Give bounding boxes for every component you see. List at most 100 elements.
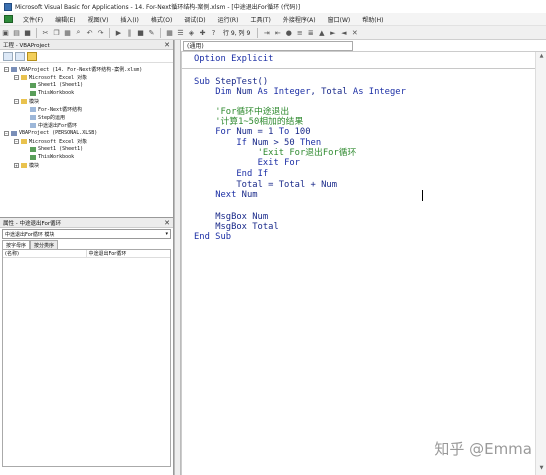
help-icon[interactable]: ?	[209, 28, 218, 37]
code-line[interactable]: End Sub	[194, 232, 231, 242]
code-text: , Total	[310, 87, 353, 97]
scroll-up-icon[interactable]: ▲	[537, 53, 546, 62]
code-line[interactable]: 'Exit For退出For循环	[258, 148, 357, 158]
code-line[interactable]: Total = Total + Num	[236, 180, 337, 190]
standard-toolbar: ▣ ▤ ■ ✂ ❐ ▦ ⌕ ↶ ↷ ▶ ‖ ■ ✎ ▦ ☰ ◈ ✚ ? 行 9,…	[0, 26, 546, 40]
mod-icon	[30, 106, 36, 112]
tab-categorized[interactable]: 按分类序	[30, 240, 59, 249]
code-line[interactable]: End If	[236, 169, 268, 179]
tree-item[interactable]: Sheet1 (Sheet1)	[0, 145, 173, 153]
insert-module-icon[interactable]: ▤	[12, 28, 21, 37]
code-line[interactable]: MsgBox Num	[215, 212, 268, 222]
code-line[interactable]: MsgBox Total	[215, 222, 279, 232]
menu-addins[interactable]: 外接程序(A)	[277, 15, 322, 24]
menu-view[interactable]: 视图(V)	[82, 15, 115, 24]
code-line[interactable]: If Num > 50 Then	[236, 138, 321, 148]
tree-item[interactable]: ThisWorkbook	[0, 153, 173, 161]
paste-icon[interactable]: ▦	[63, 28, 72, 37]
close-icon[interactable]: ✕	[164, 41, 170, 49]
tree-item[interactable]: Step的运用	[0, 113, 173, 121]
collapse-icon[interactable]: −	[14, 98, 19, 104]
proj-icon	[11, 66, 17, 72]
menu-debug[interactable]: 调试(D)	[178, 15, 211, 24]
tree-item-label: Microsoft Excel 对象	[29, 74, 88, 81]
save-icon[interactable]: ■	[23, 28, 32, 37]
break-icon[interactable]: ‖	[125, 28, 134, 37]
indent-icon[interactable]: ⇥	[262, 28, 271, 37]
menu-tools[interactable]: 工具(T)	[244, 15, 276, 24]
menu-format[interactable]: 格式(O)	[145, 15, 178, 24]
code-line[interactable]: Option Explicit	[194, 54, 273, 64]
code-text: Num	[236, 87, 258, 97]
tab-alphabetic[interactable]: 按字母序	[2, 240, 31, 249]
code-line[interactable]: For Num = 1 To 100	[215, 127, 310, 137]
tree-item[interactable]: − VBAProject (PERSONAL.XLSB)	[0, 129, 173, 137]
view-code-icon[interactable]	[3, 51, 13, 61]
uncomment-block-icon[interactable]: ≣	[306, 28, 315, 37]
tree-item-label: Sheet1 (Sheet1)	[38, 146, 84, 152]
next-bookmark-icon[interactable]: ►	[328, 28, 337, 37]
collapse-icon[interactable]: −	[14, 138, 19, 144]
clear-bookmarks-icon[interactable]: ✕	[350, 28, 359, 37]
excel-icon[interactable]: ▣	[1, 28, 10, 37]
tree-item[interactable]: 中途退出For循环	[0, 121, 173, 129]
collapse-icon[interactable]: −	[14, 74, 19, 80]
menu-run[interactable]: 运行(R)	[212, 15, 245, 24]
toolbox-icon[interactable]: ✚	[198, 28, 207, 37]
menu-window[interactable]: 窗口(W)	[322, 15, 357, 24]
property-value[interactable]: 中途退出For循环	[87, 250, 127, 257]
tree-item[interactable]: − VBAProject (14. For-Next循环结构-案例.xlsm)	[0, 65, 173, 73]
project-explorer-icon[interactable]: ▦	[165, 28, 174, 37]
tree-item[interactable]: For-Next循环结构	[0, 105, 173, 113]
collapse-icon[interactable]: −	[4, 130, 9, 136]
menu-help[interactable]: 帮助(H)	[356, 15, 389, 24]
comment-block-icon[interactable]: ≡	[295, 28, 304, 37]
object-dropdown[interactable]: (通用)	[183, 40, 353, 51]
tree-item[interactable]: − Microsoft Excel 对象	[0, 73, 173, 81]
redo-icon[interactable]: ↷	[96, 28, 105, 37]
run-icon[interactable]: ▶	[114, 28, 123, 37]
pane-splitter[interactable]	[174, 40, 181, 475]
code-keyword: End Sub	[194, 232, 232, 242]
menu-file[interactable]: 文件(F)	[17, 15, 49, 24]
mod-icon	[30, 122, 36, 128]
code-line[interactable]: Dim Num As Integer, Total As Integer	[215, 87, 406, 97]
tree-item[interactable]: − Microsoft Excel 对象	[0, 137, 173, 145]
menu-insert[interactable]: 插入(I)	[114, 15, 144, 24]
view-object-icon[interactable]	[15, 51, 25, 61]
design-mode-icon[interactable]: ✎	[147, 28, 156, 37]
expand-icon[interactable]: +	[14, 162, 19, 168]
code-editor[interactable]: Option Explicit Sub StepTest() Dim Num As …	[181, 52, 536, 475]
excel-view-icon[interactable]	[4, 15, 13, 23]
code-line[interactable]: '计算1~50相加的结果	[215, 117, 303, 127]
collapse-icon[interactable]: −	[4, 66, 9, 72]
object-browser-icon[interactable]: ◈	[187, 28, 196, 37]
code-line[interactable]: Next Num	[215, 190, 257, 200]
toggle-folders-icon[interactable]	[27, 51, 37, 61]
menu-edit[interactable]: 编辑(E)	[49, 15, 81, 24]
reset-icon[interactable]: ■	[136, 28, 145, 37]
tree-item[interactable]: − 模块	[0, 97, 173, 105]
cut-icon[interactable]: ✂	[41, 28, 50, 37]
scroll-down-icon[interactable]: ▼	[537, 465, 546, 474]
code-line[interactable]: Exit For	[258, 158, 300, 168]
tree-item[interactable]: Sheet1 (Sheet1)	[0, 81, 173, 89]
toggle-bookmark-icon[interactable]: ▲	[317, 28, 326, 37]
toggle-breakpoint-icon[interactable]: ●	[284, 28, 293, 37]
prev-bookmark-icon[interactable]: ◄	[339, 28, 348, 37]
code-line[interactable]: 'For循环中途退出	[215, 107, 289, 117]
menu-bar: 文件(F) 编辑(E) 视图(V) 插入(I) 格式(O) 调试(D) 运行(R…	[0, 13, 546, 26]
object-selector[interactable]: 中途退出For循环 模块 ▾	[2, 229, 171, 239]
code-text: Num > 50	[252, 138, 300, 148]
tree-item[interactable]: ThisWorkbook	[0, 89, 173, 97]
code-line[interactable]: Sub StepTest()	[194, 77, 268, 87]
close-icon[interactable]: ✕	[164, 219, 170, 227]
vertical-scrollbar[interactable]: ▲ ▼	[535, 52, 546, 475]
undo-icon[interactable]: ↶	[85, 28, 94, 37]
tree-item[interactable]: + 模块	[0, 161, 173, 169]
find-icon[interactable]: ⌕	[74, 28, 83, 37]
outdent-icon[interactable]: ⇤	[273, 28, 282, 37]
copy-icon[interactable]: ❐	[52, 28, 61, 37]
properties-icon[interactable]: ☰	[176, 28, 185, 37]
property-row[interactable]: (名称) 中途退出For循环	[3, 250, 170, 258]
